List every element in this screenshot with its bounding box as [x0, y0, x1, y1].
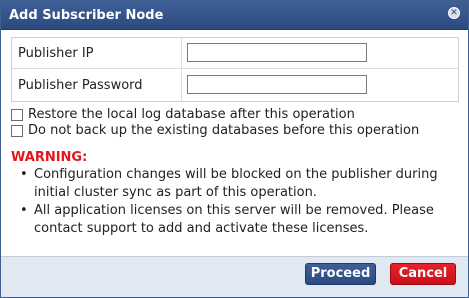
proceed-button[interactable]: Proceed: [305, 263, 376, 285]
cancel-button[interactable]: Cancel: [390, 263, 456, 285]
warning-text: Configuration changes will be blocked on…: [34, 167, 438, 200]
dialog-footer: Proceed Cancel: [1, 256, 468, 297]
bullet-icon: •: [20, 167, 28, 182]
dialog-title: Add Subscriber Node: [9, 8, 164, 23]
warning-item: • All application licenses on this serve…: [20, 202, 454, 238]
publisher-password-row: Publisher Password: [12, 70, 458, 101]
publisher-password-label: Publisher Password: [12, 70, 182, 101]
close-icon[interactable]: ✕: [448, 7, 460, 19]
add-subscriber-dialog: Add Subscriber Node ✕ Publisher IP Publi…: [0, 0, 469, 298]
publisher-ip-input[interactable]: [187, 43, 367, 62]
bullet-icon: •: [20, 203, 28, 218]
publisher-ip-row: Publisher IP: [12, 38, 458, 69]
no-backup-checkbox[interactable]: [11, 125, 23, 137]
publisher-form: Publisher IP Publisher Password: [11, 37, 459, 102]
warning-title: WARNING:: [11, 150, 88, 165]
dialog-titlebar[interactable]: Add Subscriber Node ✕: [1, 1, 468, 30]
restore-log-label[interactable]: Restore the local log database after thi…: [28, 107, 355, 122]
warning-item: • Configuration changes will be blocked …: [20, 166, 454, 202]
no-backup-label[interactable]: Do not back up the existing databases be…: [28, 123, 419, 138]
restore-log-checkbox[interactable]: [11, 109, 23, 121]
warning-text: All application licenses on this server …: [34, 203, 434, 236]
publisher-ip-label: Publisher IP: [12, 38, 182, 69]
publisher-password-input[interactable]: [187, 75, 367, 94]
